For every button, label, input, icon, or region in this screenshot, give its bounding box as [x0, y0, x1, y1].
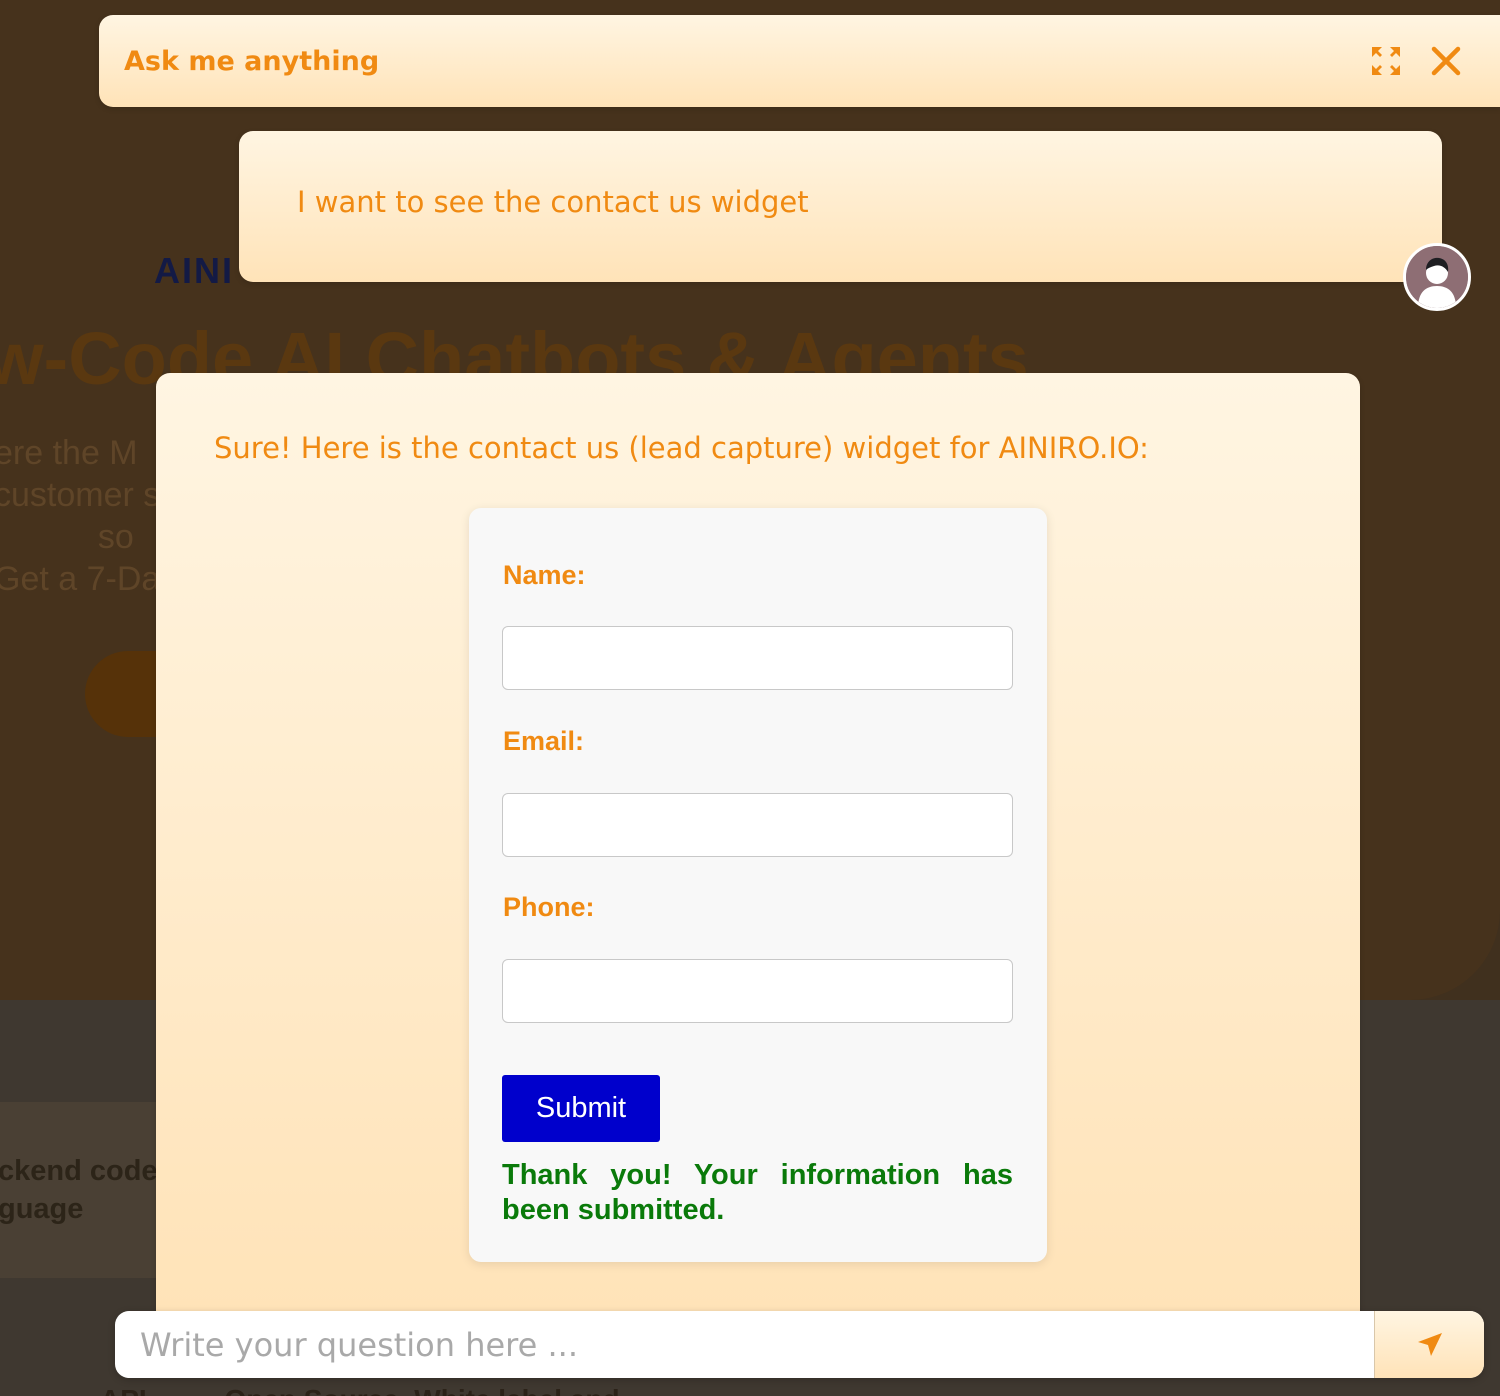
- chat-title: Ask me anything: [124, 45, 380, 77]
- name-input[interactable]: [502, 626, 1013, 690]
- chat-header: Ask me anything: [99, 15, 1500, 107]
- background-card-text: ckend code guage: [0, 1155, 158, 1225]
- question-input[interactable]: [115, 1311, 1374, 1378]
- user-avatar-icon: [1403, 243, 1471, 311]
- user-message-text: I want to see the contact us widget: [297, 185, 809, 219]
- expand-button[interactable]: [1368, 43, 1404, 79]
- question-input-bar: [115, 1311, 1484, 1378]
- email-label: Email:: [503, 726, 585, 756]
- assistant-message-text: Sure! Here is the contact us (lead captu…: [214, 431, 1149, 465]
- email-input[interactable]: [502, 793, 1013, 857]
- close-icon: [1431, 46, 1461, 76]
- send-arrow-icon: [1417, 1332, 1442, 1356]
- background-bottom-text: API Open Source White label and: [100, 1384, 620, 1396]
- assistant-message-bubble: Sure! Here is the contact us (lead captu…: [156, 373, 1360, 1313]
- expand-arrows-icon: [1372, 47, 1400, 75]
- submit-button[interactable]: Submit: [502, 1075, 660, 1142]
- background-subtext: ere the M customer s so Get a 7-Da: [0, 434, 161, 598]
- background-logo: AINI: [154, 250, 234, 291]
- phone-input[interactable]: [502, 959, 1013, 1023]
- name-label: Name:: [503, 560, 586, 590]
- user-message-bubble: I want to see the contact us widget: [239, 131, 1442, 282]
- phone-label: Phone:: [503, 892, 595, 922]
- lead-capture-form: Name: Email: Phone: Submit Thank you! Yo…: [469, 508, 1047, 1262]
- send-button[interactable]: [1374, 1311, 1484, 1378]
- close-button[interactable]: [1428, 43, 1464, 79]
- success-message: Thank you! Your information has been sub…: [502, 1159, 1013, 1226]
